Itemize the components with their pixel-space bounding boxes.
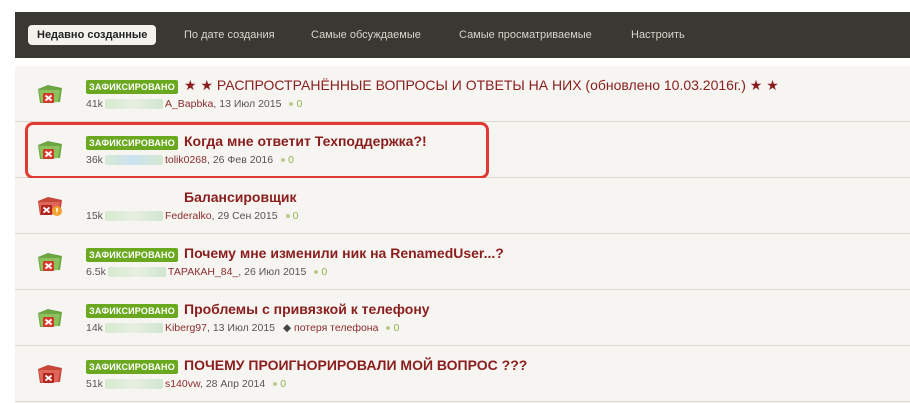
topic-title-link[interactable]: ★ ★ РАСПРОСТРАНЁННЫЕ ВОПРОСЫ И ОТВЕТЫ НА… <box>184 77 779 94</box>
topic-date: 26 Фев 2016 <box>212 154 274 166</box>
locked-folder-icon <box>38 253 62 271</box>
author-link[interactable]: s140vw <box>165 378 200 390</box>
author-link[interactable]: tolik0268 <box>165 154 207 166</box>
topic-row: ЗАФИКСИРОВАНО ПОЧЕМУ ПРОИГНОРИРОВАЛИ МОЙ… <box>15 346 910 402</box>
pinned-badge: ЗАФИКСИРОВАНО <box>86 80 178 94</box>
topic-row: ЗАФИКСИРОВАНО Когда мне ответит Техподде… <box>15 122 910 179</box>
views-count: 6.5k <box>86 266 106 278</box>
topic-date: 28 Апр 2014 <box>205 378 266 390</box>
views-count: 14k <box>86 322 103 334</box>
replies-count: 0 <box>285 210 298 222</box>
locked-folder-icon <box>38 365 62 383</box>
replies-count: 0 <box>314 266 327 278</box>
author-link[interactable]: A_Bapbka <box>165 98 213 110</box>
topic-row: Балансировщик 15k Federalko, 29 Сен 2015 0 <box>15 178 910 234</box>
topic-meta: 14k Kiberg97, 13 Июл 2015 ◆ потеря телефон… <box>86 322 400 334</box>
tag-icon: ◆ <box>283 322 292 334</box>
tab-by-creation-date[interactable]: По дате создания <box>176 25 283 45</box>
locked-folder-icon <box>38 309 62 327</box>
views-count: 51k <box>86 378 103 390</box>
tab-recently-created[interactable]: Недавно созданные <box>28 25 157 45</box>
tab-most-viewed[interactable]: Самые просматриваемые <box>451 25 600 45</box>
topic-title-link[interactable]: Проблемы с привязкой к телефону <box>184 301 430 317</box>
pinned-badge: ЗАФИКСИРОВАНО <box>86 360 178 374</box>
author-link[interactable]: Federalko <box>165 210 212 222</box>
tab-customize[interactable]: Настроить <box>623 25 693 45</box>
topic-tag-link[interactable]: потеря телефона <box>294 322 378 334</box>
topic-title-link[interactable]: Когда мне ответит Техподдержка?! <box>184 133 427 149</box>
pinned-badge: ЗАФИКСИРОВАНО <box>86 304 178 318</box>
topic-meta: 51k s140vw, 28 Апр 2014 0 <box>86 378 287 390</box>
locked-folder-icon <box>38 85 62 103</box>
locked-folder-alert-icon <box>38 197 62 216</box>
replies-count: 0 <box>281 154 294 166</box>
topic-date: 13 Июл 2015 <box>219 98 282 110</box>
topic-meta: 6.5k ТАРАКАН_84_, 26 Июл 2015 0 <box>86 266 328 278</box>
tab-most-discussed[interactable]: Самые обсуждаемые <box>303 25 429 45</box>
topic-meta: 36k tolik0268, 26 Фев 2016 0 <box>86 154 294 166</box>
topic-date: 26 Июл 2015 <box>244 266 307 278</box>
replies-count: 0 <box>289 98 302 110</box>
topic-sort-tabbar: Недавно созданные По дате создания Самые… <box>15 12 910 58</box>
views-count: 41k <box>86 98 103 110</box>
topic-date: 29 Сен 2015 <box>217 210 278 222</box>
pinned-badge: ЗАФИКСИРОВАНО <box>86 136 178 150</box>
author-link[interactable]: ТАРАКАН_84_ <box>168 266 238 278</box>
topic-row: ЗАФИКСИРОВАНО ★ ★ РАСПРОСТРАНЁННЫЕ ВОПРО… <box>15 66 910 122</box>
topic-meta: 41k A_Bapbka, 13 Июл 2015 0 <box>86 98 303 110</box>
topic-title-link[interactable]: Почему мне изменили ник на RenamedUser..… <box>184 245 504 261</box>
topic-list: ЗАФИКСИРОВАНО ★ ★ РАСПРОСТРАНЁННЫЕ ВОПРО… <box>15 66 910 403</box>
replies-count: 0 <box>273 378 286 390</box>
pinned-badge: ЗАФИКСИРОВАНО <box>86 248 178 262</box>
author-link[interactable]: Kiberg97 <box>165 322 207 334</box>
topic-title-link[interactable]: ПОЧЕМУ ПРОИГНОРИРОВАЛИ МОЙ ВОПРОС ??? <box>184 357 527 373</box>
topic-date: 13 Июл 2015 <box>212 322 276 334</box>
topic-meta: 15k Federalko, 29 Сен 2015 0 <box>86 210 299 222</box>
locked-folder-icon <box>38 141 62 159</box>
views-count: 36k <box>86 154 103 166</box>
topic-row: ЗАФИКСИРОВАНО Почему мне изменили ник на… <box>15 234 910 290</box>
topic-row: ЗАФИКСИРОВАНО Проблемы с привязкой к тел… <box>15 290 910 346</box>
highlight-box <box>25 122 489 179</box>
replies-count: 0 <box>386 322 399 334</box>
topic-title-link[interactable]: Балансировщик <box>184 189 297 205</box>
views-count: 15k <box>86 210 103 222</box>
